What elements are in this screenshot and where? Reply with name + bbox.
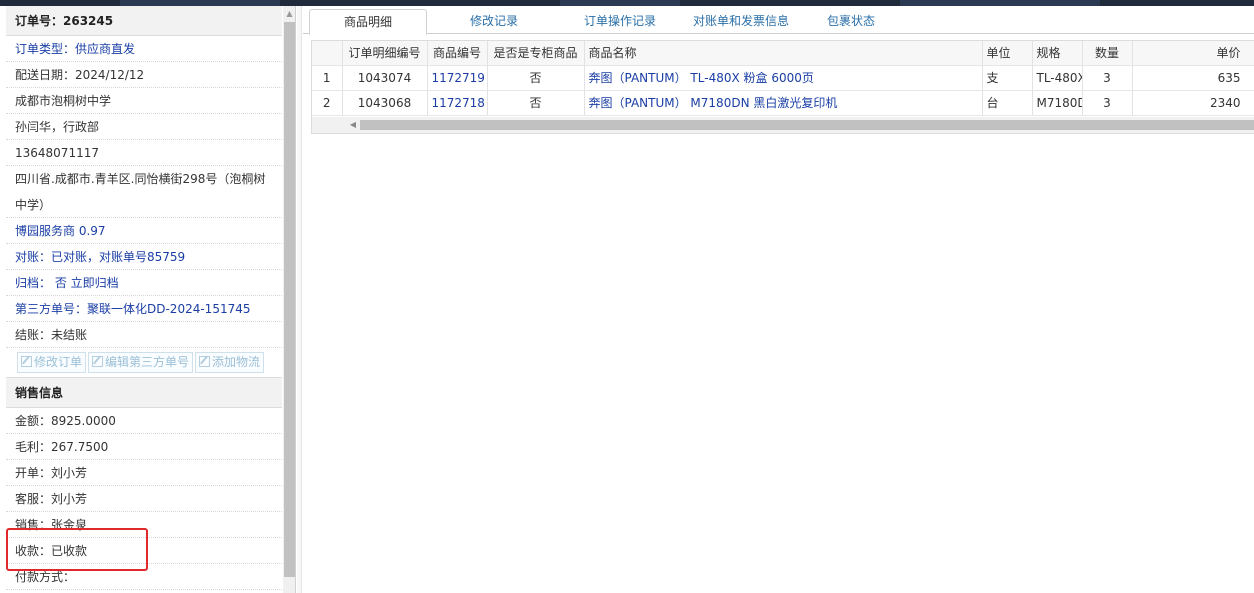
edit-third-party-number-button[interactable]: 编辑第三方单号 [88, 352, 194, 373]
tab-1[interactable]: 修改记录 [435, 9, 553, 34]
table-cell: 1 [312, 65, 343, 91]
scroll-up-arrow-icon[interactable]: ▲ [283, 8, 295, 20]
tab-0[interactable]: 商品明细 [309, 9, 427, 35]
order-field-row: 结账：未结账 [6, 322, 282, 348]
scrollbar-thumb[interactable] [284, 22, 295, 577]
table-row[interactable]: 1 1043074 1172719 否奔图（PANTUM） TL-480X 粉盒 60… [312, 65, 1254, 91]
left-panel-scrollbar[interactable]: ▲ [283, 6, 295, 593]
edit-order-button[interactable]: 修改订单 [17, 352, 87, 373]
product-table: 订单明细编号 商品编号 是否是专柜商品 商品名称 单位 规格 数量 单价 1 1043074 11… [312, 41, 1254, 116]
column-header[interactable]: 是否是专柜商品 [487, 41, 585, 66]
order-field-row[interactable]: 对账：已对账，对账单号85759 [6, 244, 282, 270]
order-field-row: 四川省.成都市.青羊区.同怡横街298号（泡桐树中学） [6, 166, 282, 218]
order-field-row: 成都市泡桐树中学 [6, 88, 282, 114]
table-cell: 否 [487, 65, 585, 91]
sales-field-row: 客服：刘小芳 [6, 486, 282, 512]
button-label: 编辑第三方单号 [105, 355, 190, 369]
table-cell: 635 [1132, 65, 1254, 91]
order-field-row[interactable]: 博园服务商 0.97 [6, 218, 282, 244]
tab-4[interactable]: 包裹状态 [801, 9, 901, 34]
order-info-panel: 订单号：263245 订单类型：供应商直发 配送日期：2024/12/12 成都市泡… [6, 6, 296, 593]
table-cell[interactable]: 奔图（PANTUM） M7180DN 黑白激光复印机 [584, 90, 983, 116]
order-field-row[interactable]: 第三方单号：聚联一体化DD-2024-151745 [6, 296, 282, 322]
table-cell[interactable]: 奔图（PANTUM） TL-480X 粉盒 6000页 [584, 65, 983, 91]
product-detail-grid: 订单明细编号 商品编号 是否是专柜商品 商品名称 单位 规格 数量 单价 1 1043074 11… [311, 40, 1254, 134]
column-header[interactable]: 订单明细编号 [342, 41, 428, 66]
column-header[interactable]: 商品编号 [427, 41, 488, 66]
button-label: 添加物流 [212, 355, 261, 369]
table-cell: 2340 [1132, 90, 1254, 116]
grid-horizontal-scrollbar[interactable]: ◀ [312, 117, 1254, 133]
scroll-left-arrow-icon[interactable]: ◀ [347, 117, 359, 133]
order-field-row[interactable]: 归档： 否 立即归档 [6, 270, 282, 296]
sales-info-header: 销售信息 [6, 378, 282, 408]
table-cell: 1043074 [342, 65, 428, 91]
order-field-row: 孙闫华，行政部 [6, 114, 282, 140]
table-cell: 支 [982, 65, 1033, 91]
table-cell[interactable]: 1172719 [427, 65, 488, 91]
order-number-header: 订单号：263245 [6, 6, 282, 36]
order-action-buttons: 修改订单 编辑第三方单号 添加物流 [6, 348, 282, 378]
order-field-row: 13648071117 [6, 140, 282, 166]
column-header[interactable]: 商品名称 [584, 41, 983, 66]
column-header[interactable]: 规格 [1032, 41, 1083, 66]
table-cell: 台 [982, 90, 1033, 116]
table-row[interactable]: 2 1043068 1172718 否奔图（PANTUM） M7180DN 黑白激光复… [312, 90, 1254, 116]
column-header[interactable] [312, 41, 343, 66]
table-cell: 1043068 [342, 90, 428, 116]
sales-field-row: 开单：刘小芳 [6, 460, 282, 486]
table-cell: TL-480X [1032, 65, 1083, 91]
table-cell[interactable]: 1172718 [427, 90, 488, 116]
detail-tabs: 商品明细 修改记录 订单操作记录 对账单和发票信息 包裹状态 [303, 6, 1254, 35]
panel-splitter[interactable] [297, 6, 302, 593]
tab-2[interactable]: 订单操作记录 [561, 9, 679, 34]
order-field-row[interactable]: 订单类型：供应商直发 [6, 36, 282, 62]
tab-3[interactable]: 对账单和发票信息 [681, 9, 801, 34]
edit-icon [199, 356, 211, 367]
column-header[interactable]: 数量 [1082, 41, 1133, 66]
add-logistics-button[interactable]: 添加物流 [195, 352, 265, 373]
column-header[interactable]: 单价 [1132, 41, 1254, 66]
table-cell: M7180DN [1032, 90, 1083, 116]
edit-icon [92, 356, 104, 367]
sales-field-row: 毛利：267.7500 [6, 434, 282, 460]
sales-field-row: 金额：8925.0000 [6, 408, 282, 434]
column-header[interactable]: 单位 [982, 41, 1033, 66]
table-cell: 2 [312, 90, 343, 116]
grid-scrollbar-thumb[interactable] [360, 120, 1254, 130]
detail-panel: 商品明细 修改记录 订单操作记录 对账单和发票信息 包裹状态 订单明细编号 商品编号 是否是… [303, 6, 1254, 593]
table-cell: 3 [1082, 90, 1133, 116]
button-label: 修改订单 [34, 355, 83, 369]
payment-status-highlight-box [6, 528, 148, 571]
order-field-row: 配送日期：2024/12/12 [6, 62, 282, 88]
table-cell: 否 [487, 90, 585, 116]
edit-icon [21, 356, 32, 367]
table-cell: 3 [1082, 65, 1133, 91]
